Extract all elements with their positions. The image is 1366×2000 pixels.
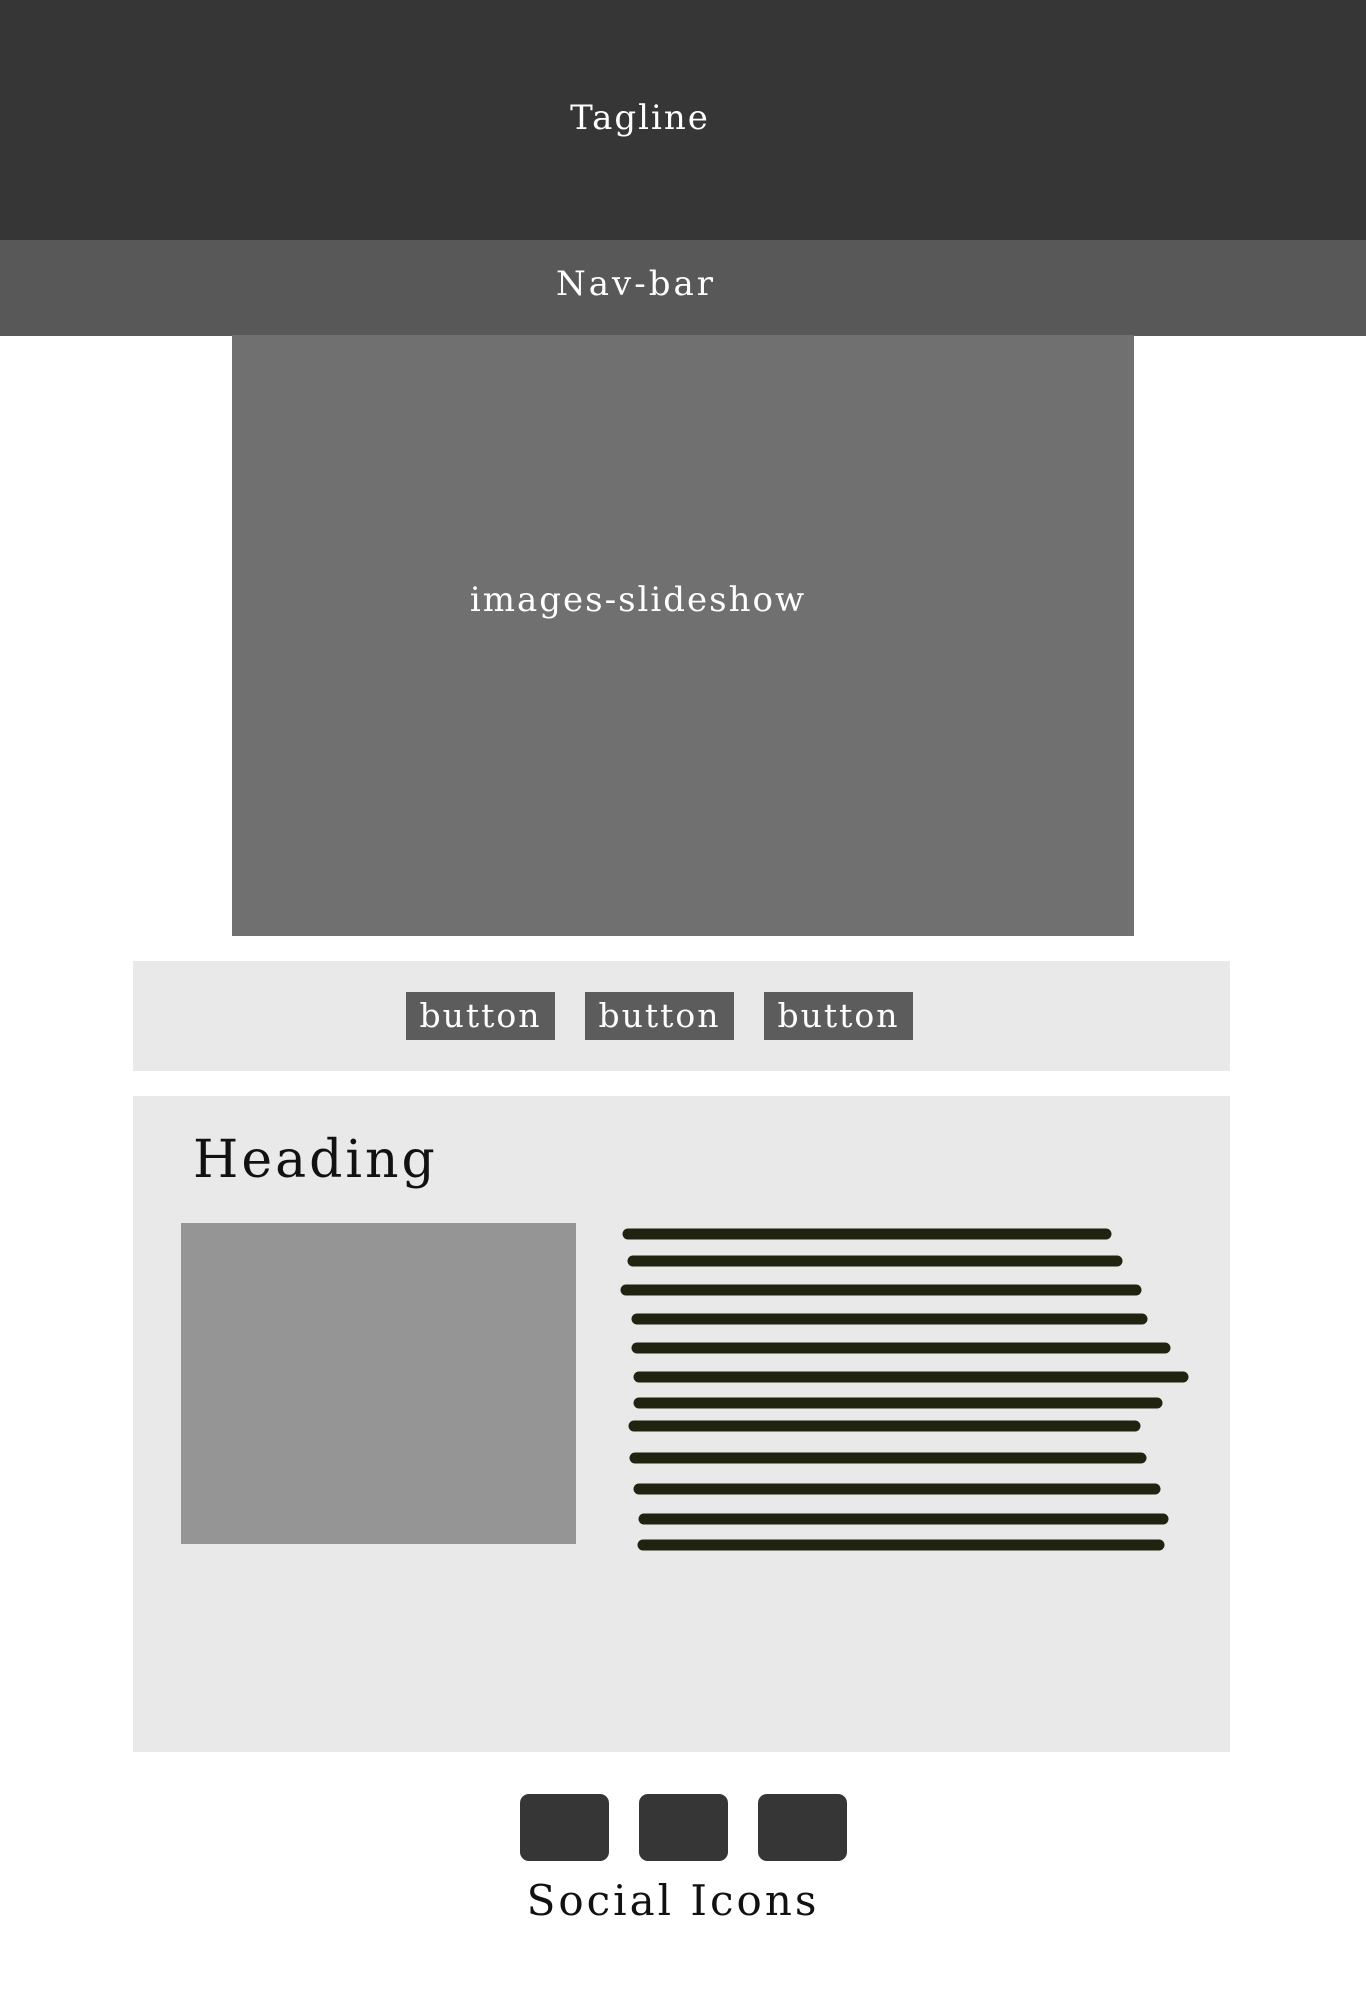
button-1[interactable]: button [406, 992, 555, 1040]
nav-bar[interactable]: Nav-bar [0, 240, 1366, 336]
social-icon-1[interactable] [520, 1794, 609, 1861]
social-icons-label: Social Icons [526, 1876, 820, 1925]
paragraph-placeholder-lines [620, 1228, 1189, 1551]
images-slideshow[interactable]: images-slideshow [232, 335, 1134, 936]
social-icon-3[interactable] [758, 1794, 847, 1861]
slideshow-label: images-slideshow [469, 580, 807, 620]
header: Tagline [0, 0, 1366, 240]
social-section: Social Icons [0, 1794, 1366, 1934]
page: Tagline Nav-bar images-slideshow button … [0, 0, 1366, 2000]
button-2[interactable]: button [585, 992, 734, 1040]
button-3[interactable]: button [764, 992, 913, 1040]
content-section: Heading [133, 1096, 1230, 1752]
nav-bar-label: Nav-bar [555, 264, 716, 304]
button-bar: button button button [133, 961, 1230, 1071]
tagline: Tagline [570, 98, 710, 138]
social-icon-2[interactable] [639, 1794, 728, 1861]
